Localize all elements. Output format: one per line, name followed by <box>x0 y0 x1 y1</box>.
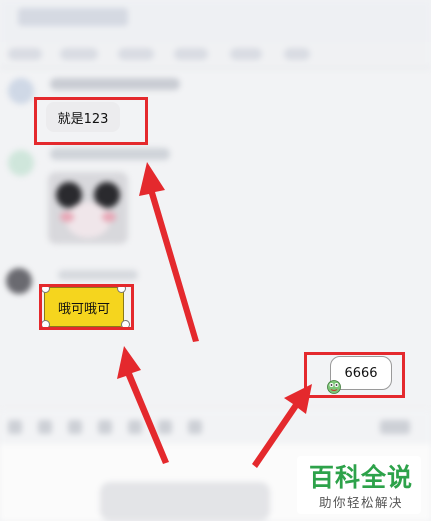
avatar[interactable] <box>6 268 32 294</box>
toolbar-tab[interactable] <box>284 48 310 60</box>
toolbar-tab[interactable] <box>60 48 98 60</box>
arrow-up-left-icon <box>139 162 199 342</box>
folder-icon[interactable] <box>68 420 82 434</box>
input-preview <box>100 482 270 521</box>
watermark-logo-text: 百科全说 <box>308 463 413 492</box>
emoji-icon[interactable] <box>8 420 22 434</box>
sender-name <box>50 78 180 90</box>
toolbar-tab[interactable] <box>118 48 154 60</box>
history-icon[interactable] <box>380 420 410 434</box>
toolbar-tab[interactable] <box>230 48 262 60</box>
microphone-icon[interactable] <box>158 420 172 434</box>
sender-name <box>50 148 170 160</box>
toolbar-tab[interactable] <box>8 48 42 60</box>
toolbar-tab[interactable] <box>174 48 208 60</box>
highlight-box <box>304 352 405 398</box>
avatar[interactable] <box>8 150 34 176</box>
highlight-box <box>34 97 148 145</box>
gift-icon[interactable] <box>128 420 142 434</box>
input-toolbar <box>0 410 431 444</box>
watermark-slogan: 助你轻松解决 <box>318 495 403 510</box>
highlight-box <box>39 284 134 330</box>
divider <box>0 67 431 68</box>
avatar[interactable] <box>8 78 34 104</box>
window-title <box>18 8 128 26</box>
scissors-icon[interactable] <box>38 420 52 434</box>
sticker-image[interactable] <box>48 172 128 244</box>
image-icon[interactable] <box>98 420 112 434</box>
sender-name <box>58 270 138 280</box>
more-icon[interactable] <box>188 420 202 434</box>
